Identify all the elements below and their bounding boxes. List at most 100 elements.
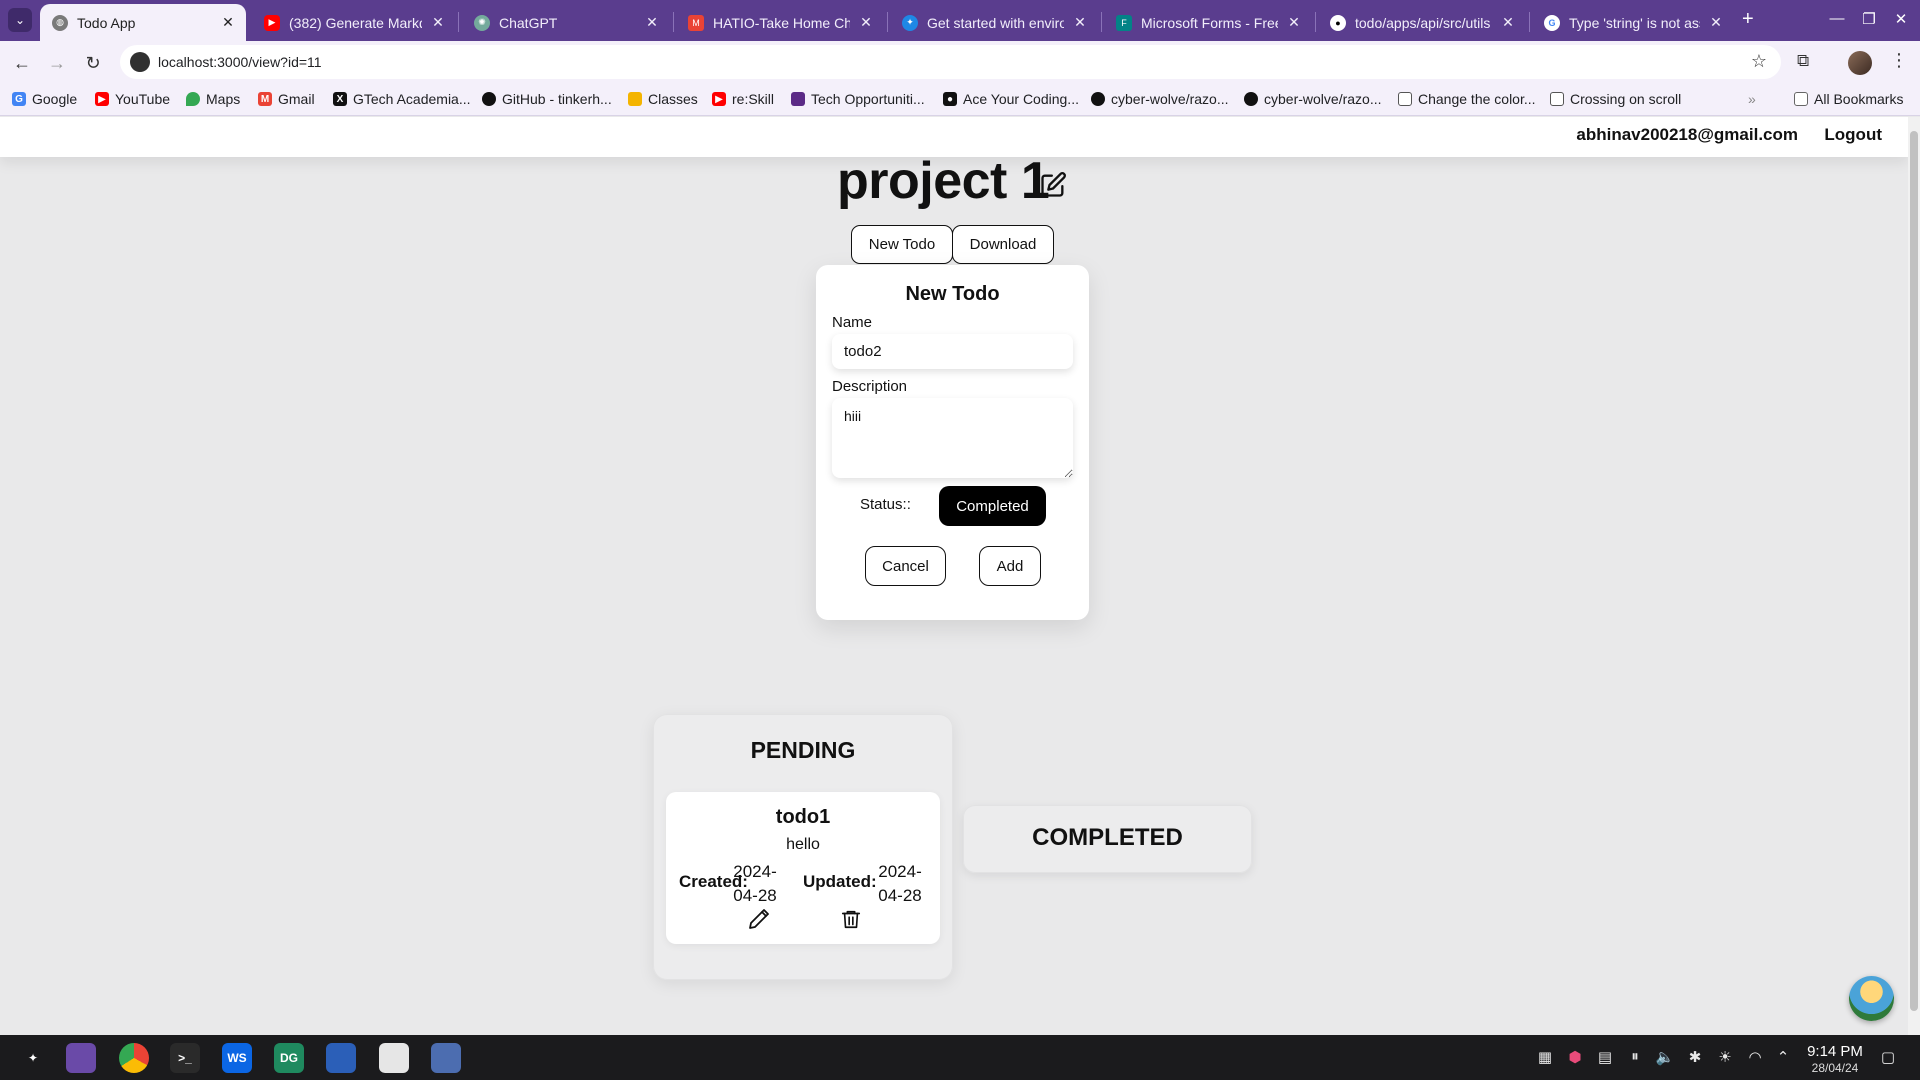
- download-button[interactable]: Download: [952, 225, 1054, 264]
- bookmark-maps[interactable]: Maps: [186, 91, 240, 107]
- github-icon: [482, 92, 496, 106]
- tab-github[interactable]: ● todo/apps/api/src/utils ✕: [1318, 4, 1526, 41]
- add-button[interactable]: Add: [979, 546, 1041, 586]
- forward-button[interactable]: →: [44, 50, 70, 76]
- close-tab-icon[interactable]: ✕: [1072, 14, 1088, 31]
- bookmark-cyber-wolve-1[interactable]: cyber-wolve/razo...: [1091, 91, 1228, 107]
- reload-button[interactable]: ↻: [80, 50, 106, 76]
- tab-youtube[interactable]: ▶ (382) Generate Markdo ✕: [252, 4, 456, 41]
- pen-app-icon[interactable]: [326, 1043, 356, 1073]
- close-tab-icon[interactable]: ✕: [1286, 14, 1302, 31]
- google-icon: G: [1544, 14, 1560, 31]
- maps-icon: [186, 92, 200, 106]
- google-icon: G: [12, 92, 26, 106]
- github-icon: ●: [1330, 14, 1346, 31]
- chevron-up-icon[interactable]: ⌃: [1773, 1048, 1793, 1066]
- brightness-icon[interactable]: ☀: [1715, 1048, 1735, 1066]
- tab-google-search[interactable]: G Type 'string' is not assi ✕: [1532, 4, 1734, 41]
- browser-menu-icon[interactable]: ⋮: [1890, 50, 1908, 71]
- page-icon: [1550, 92, 1564, 106]
- bookmark-cyber-wolve-2[interactable]: cyber-wolve/razo...: [1244, 91, 1381, 107]
- clipboard-icon[interactable]: ▤: [1595, 1048, 1615, 1066]
- scrollbar-thumb[interactable]: [1910, 131, 1918, 1011]
- restore-button[interactable]: ❐: [1858, 10, 1880, 28]
- new-todo-button[interactable]: New Todo: [851, 225, 953, 264]
- clock-date[interactable]: 28/04/24: [1803, 1061, 1867, 1075]
- site-info-icon[interactable]: [130, 52, 150, 72]
- tab-microsoft-forms[interactable]: F Microsoft Forms - Free ✕: [1104, 4, 1312, 41]
- minimize-button[interactable]: —: [1826, 10, 1848, 27]
- bookmark-star-icon[interactable]: ☆: [1751, 51, 1767, 72]
- bookmark-crossing-scroll[interactable]: Crossing on scroll: [1550, 91, 1681, 107]
- webstorm-icon[interactable]: WS: [222, 1043, 252, 1073]
- created-date: 2024- 04-28: [733, 862, 777, 905]
- form-title: New Todo: [905, 283, 1000, 305]
- profile-avatar[interactable]: [1848, 51, 1872, 75]
- tab-environment[interactable]: ✦ Get started with enviro ✕: [890, 4, 1098, 41]
- folder-icon: [1794, 92, 1808, 106]
- close-tab-icon[interactable]: ✕: [220, 14, 236, 31]
- launcher-icon[interactable]: ✦: [18, 1043, 48, 1073]
- floating-assistant-avatar[interactable]: [1849, 976, 1894, 1021]
- browser-toolbar: ← → ↻ localhost:3000/view?id=11 ☆ ⧉ ⋮: [0, 41, 1920, 84]
- more-bookmarks-button[interactable]: »: [1748, 91, 1756, 107]
- url-text: localhost:3000/view?id=11: [158, 54, 322, 70]
- new-tab-button[interactable]: +: [1742, 9, 1754, 29]
- bookmark-classes[interactable]: Classes: [628, 91, 698, 107]
- edit-title-icon[interactable]: [1039, 171, 1067, 199]
- text-editor-icon[interactable]: [379, 1043, 409, 1073]
- back-button[interactable]: ←: [9, 50, 35, 76]
- tab-todo-app[interactable]: ◍ Todo App ✕: [40, 4, 246, 41]
- apps-grid-icon[interactable]: ▦: [1535, 1048, 1555, 1066]
- close-tab-icon[interactable]: ✕: [430, 14, 446, 31]
- bookmark-tech-opportunities[interactable]: Tech Opportuniti...: [791, 91, 925, 107]
- trash-icon[interactable]: [840, 907, 862, 931]
- close-tab-icon[interactable]: ✕: [858, 14, 874, 31]
- page-scrollbar[interactable]: [1908, 117, 1920, 1035]
- github-icon: [1091, 92, 1105, 106]
- pencil-icon[interactable]: [747, 907, 771, 931]
- volume-icon[interactable]: 🔈: [1655, 1048, 1675, 1066]
- bookmark-google[interactable]: G Google: [12, 91, 77, 107]
- clock-time[interactable]: 9:14 PM: [1803, 1043, 1867, 1060]
- bookmark-change-color[interactable]: Change the color...: [1398, 91, 1536, 107]
- bookmark-gmail[interactable]: M Gmail: [258, 91, 315, 107]
- name-label: Name: [832, 314, 873, 331]
- extensions-icon[interactable]: ⧉: [1797, 51, 1809, 71]
- logout-button[interactable]: Logout: [1824, 125, 1882, 145]
- jetbrains-toolbox-icon[interactable]: ⬢: [1565, 1048, 1585, 1066]
- description-textarea[interactable]: hiii: [832, 398, 1073, 478]
- files-icon[interactable]: [66, 1043, 96, 1073]
- tab-gmail[interactable]: M HATIO-Take Home Cha ✕: [676, 4, 884, 41]
- chrome-icon[interactable]: [119, 1043, 149, 1073]
- name-input[interactable]: [832, 334, 1073, 369]
- close-tab-icon[interactable]: ✕: [644, 14, 660, 31]
- gmail-icon: M: [258, 92, 272, 106]
- screenshot-icon[interactable]: [431, 1043, 461, 1073]
- close-tab-icon[interactable]: ✕: [1708, 14, 1724, 31]
- address-bar[interactable]: localhost:3000/view?id=11 ☆: [120, 45, 1781, 79]
- bluetooth-icon[interactable]: ✱: [1685, 1048, 1705, 1066]
- video-icon: ●: [943, 92, 957, 106]
- notifications-icon[interactable]: ▢: [1878, 1048, 1898, 1066]
- close-window-button[interactable]: ✕: [1890, 10, 1912, 28]
- wifi-icon[interactable]: ◠: [1745, 1048, 1765, 1066]
- close-tab-icon[interactable]: ✕: [1500, 14, 1516, 31]
- restore-icon: ❐: [1862, 11, 1876, 28]
- terminal-icon[interactable]: >_: [170, 1043, 200, 1073]
- pause-icon[interactable]: ⏸: [1625, 1048, 1645, 1065]
- cancel-button[interactable]: Cancel: [865, 546, 946, 586]
- bookmark-reskill[interactable]: ▶ re:Skill: [712, 91, 774, 107]
- bookmark-gtech[interactable]: X GTech Academia...: [333, 91, 471, 107]
- bookmarks-bar: G Google ▶ YouTube Maps M Gmail X GTech Acad…: [0, 84, 1920, 116]
- bookmark-ace-coding[interactable]: ● Ace Your Coding...: [943, 91, 1079, 107]
- todo-name: todo1: [775, 806, 831, 828]
- tab-search-button[interactable]: ⌄: [8, 8, 32, 32]
- tab-chatgpt[interactable]: ✺ ChatGPT ✕: [462, 4, 670, 41]
- datagrip-icon[interactable]: DG: [274, 1043, 304, 1073]
- status-toggle-button[interactable]: Completed: [939, 486, 1046, 526]
- bookmark-youtube[interactable]: ▶ YouTube: [95, 91, 170, 107]
- bookmark-github-tinkerhub[interactable]: GitHub - tinkerh...: [482, 91, 612, 107]
- os-taskbar: ✦ >_ WS DG ▦ ⬢ ▤ ⏸ 🔈 ✱ ☀ ◠ ⌃ 9:14 PM 28/…: [0, 1035, 1920, 1080]
- all-bookmarks-button[interactable]: All Bookmarks: [1794, 91, 1903, 107]
